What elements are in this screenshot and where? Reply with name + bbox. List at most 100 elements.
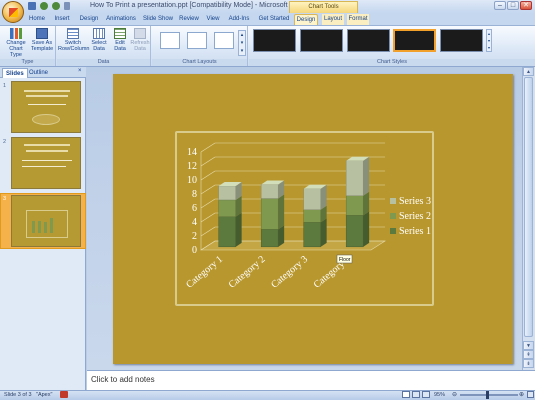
chart-layouts-label: Chart Layouts [152, 59, 247, 66]
slide-thumbnail-1[interactable] [11, 81, 81, 133]
tooltip-text: Floor [339, 257, 351, 263]
tab-animations[interactable]: Animations [105, 14, 137, 25]
scroll-down-icon[interactable]: ▼ [523, 341, 534, 350]
undo-icon[interactable] [40, 2, 48, 10]
tab-design[interactable]: Design [78, 14, 100, 25]
refresh-data-button[interactable]: Refresh Data [130, 28, 150, 52]
slide-thumbnail-2[interactable] [11, 137, 81, 189]
edit-data-button[interactable]: Edit Data [110, 28, 130, 52]
chart-layout-3[interactable] [214, 32, 234, 49]
y-tick-label: 10 [187, 175, 197, 186]
tab-home[interactable]: Home [27, 14, 47, 25]
theme-name: "Apex" [36, 392, 53, 398]
tab-chart-format[interactable]: Format [347, 14, 369, 25]
tab-insert[interactable]: Insert [52, 14, 72, 25]
office-button[interactable] [2, 1, 24, 23]
fit-slide-icon[interactable] [527, 391, 534, 398]
select-data-icon [93, 28, 105, 39]
tab-review[interactable]: Review [178, 14, 200, 25]
y-tick-label: 12 [187, 161, 197, 172]
bar-segment [345, 195, 364, 216]
chart-style-4[interactable] [393, 29, 436, 52]
save-as-template-button[interactable]: Save As Template [29, 28, 55, 52]
tab-get-started[interactable]: Get Started [257, 14, 291, 25]
customize-toolbar-icon[interactable] [64, 2, 70, 10]
zoom-in-icon[interactable]: ⊕ [519, 391, 524, 398]
gridline-diagonal [200, 156, 216, 167]
thumb3-chart-frame [26, 210, 68, 238]
chart-style-3[interactable] [347, 29, 390, 52]
chart-object[interactable]: 0 2 4 6 8 10 12 14 Category 1 Category 2 Category … [175, 131, 434, 306]
previous-slide-icon[interactable]: ⇞ [523, 350, 534, 359]
chart-type-icon [10, 28, 22, 39]
edit-data-label: Edit Data [114, 40, 126, 52]
spelling-icon[interactable] [60, 391, 68, 398]
legend-label: Series 3 [399, 196, 431, 207]
thumb1-title-line2 [26, 95, 68, 97]
select-data-button[interactable]: Select Data [89, 28, 109, 52]
tab-chart-design[interactable]: Design [294, 14, 318, 25]
slide-sorter-icon[interactable] [412, 391, 420, 398]
thumb2-title-line2 [26, 150, 68, 152]
switch-row-column-button[interactable]: Switch Row/Column [58, 28, 89, 52]
save-icon[interactable] [28, 2, 36, 10]
gridline-diagonal [200, 198, 216, 209]
bar-segment [345, 160, 364, 196]
tab-slides[interactable]: Slides [2, 68, 28, 78]
tab-slide-show[interactable]: Slide Show [142, 14, 174, 25]
bar-segment-side [278, 194, 285, 230]
y-tick-label: 8 [192, 189, 197, 200]
chart-layout-2[interactable] [187, 32, 207, 49]
zoom-slider-handle[interactable] [486, 391, 489, 399]
slide-number-3: 3 [3, 196, 7, 202]
chart-layouts-more-icon[interactable]: ▴ ▾ ▾ [238, 30, 246, 56]
bar-segment-side [363, 156, 370, 196]
minimize-button[interactable]: – [494, 1, 506, 10]
y-tick-label: 6 [192, 203, 197, 214]
normal-view-icon[interactable] [402, 391, 410, 398]
bar-segment-side [320, 218, 327, 247]
slide-count: Slide 3 of 3 [4, 392, 32, 398]
tab-outline[interactable]: Outline [26, 68, 51, 78]
tab-add-ins[interactable]: Add-Ins [226, 14, 252, 25]
chart-style-5[interactable] [440, 29, 483, 52]
slide-show-icon[interactable] [422, 391, 430, 398]
tab-view[interactable]: View [204, 14, 222, 25]
maximize-button[interactable]: □ [507, 1, 519, 10]
zoom-slider[interactable] [460, 394, 518, 396]
save-as-template-label: Save As Template [30, 40, 54, 52]
thumb3-bar [50, 218, 53, 233]
scroll-thumb[interactable] [524, 77, 533, 337]
y-tick-label: 14 [187, 147, 197, 158]
chart-style-1[interactable] [253, 29, 296, 52]
chart-tools-label: Chart Tools [289, 1, 358, 13]
change-chart-type-label: Change Chart Type [6, 40, 26, 58]
scroll-up-icon[interactable]: ▲ [523, 67, 534, 76]
bar-segment [345, 215, 364, 248]
chart-styles-label: Chart Styles [249, 59, 535, 66]
close-button[interactable]: ✕ [520, 1, 532, 10]
thumb3-bar [32, 221, 35, 233]
next-slide-icon[interactable]: ⇟ [523, 359, 534, 368]
select-data-label: Select Data [91, 40, 107, 52]
change-chart-type-button[interactable]: Change Chart Type [3, 28, 29, 58]
thumb1-title-line [24, 90, 70, 92]
close-panel-icon[interactable]: × [78, 68, 82, 74]
gridline-diagonal [200, 170, 216, 181]
chart-styles-more-icon[interactable]: ▴ ▾ ▾ [486, 29, 492, 52]
bar-segment [218, 199, 236, 217]
redo-icon[interactable] [52, 2, 60, 10]
bar-segment-side [363, 211, 370, 247]
type-group-label: Type [0, 59, 55, 66]
notes-pane[interactable]: Click to add notes [87, 370, 535, 390]
slide-thumbnail-3[interactable] [11, 195, 81, 247]
bar-segment [218, 185, 236, 201]
edit-data-icon [114, 28, 126, 39]
zoom-out-icon[interactable]: ⊖ [452, 391, 457, 398]
chart-layout-1[interactable] [160, 32, 180, 49]
chart-style-2[interactable] [300, 29, 343, 52]
chart-svg: 0 2 4 6 8 10 12 14 Category 1 Category 2 Category … [184, 142, 431, 291]
thumb1-subtitle-line [28, 104, 66, 105]
tab-chart-layout[interactable]: Layout [322, 14, 344, 25]
slide-number-1: 1 [3, 83, 7, 89]
